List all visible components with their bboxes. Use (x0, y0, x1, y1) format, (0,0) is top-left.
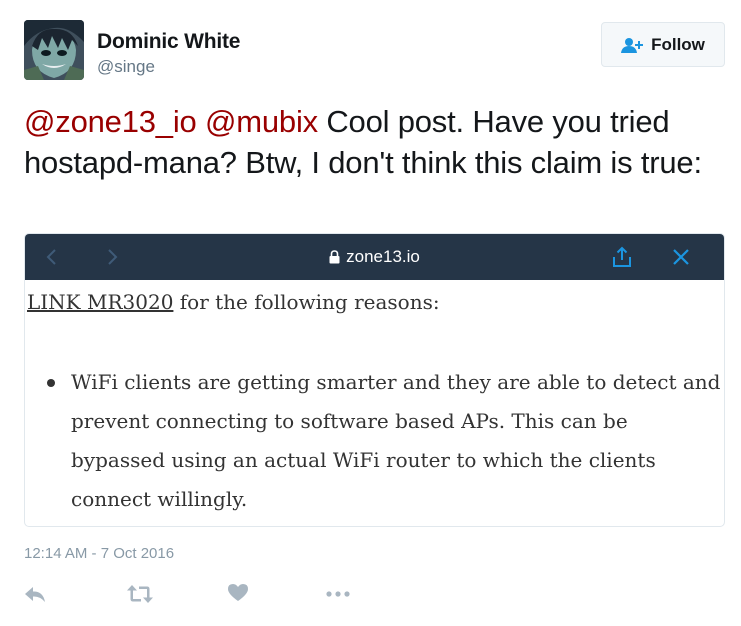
reply-button[interactable] (24, 584, 46, 604)
lock-icon (329, 250, 340, 264)
bullet-icon (47, 379, 55, 387)
chevron-left-icon (46, 249, 56, 265)
url-text: zone13.io (346, 247, 420, 266)
close-button[interactable] (671, 234, 691, 280)
reply-icon (25, 587, 45, 602)
excerpt-link[interactable]: LINK MR3020 (27, 290, 173, 314)
excerpt-paragraph: LINK MR3020 for the following reasons: (27, 289, 724, 315)
tweet-timestamp[interactable]: 12:14 AM - 7 Oct 2016 (24, 545, 174, 562)
excerpt-paragraph-text: for the following reasons: (173, 290, 440, 314)
follow-button-label: Follow (651, 34, 705, 54)
share-icon (613, 246, 631, 267)
like-button[interactable] (228, 584, 248, 602)
embedded-image-card[interactable]: zone13.io LINK MR3020 for the following … (24, 233, 725, 527)
article-excerpt: LINK MR3020 for the following reasons: W… (25, 289, 724, 519)
mention-link[interactable]: @mubix (205, 104, 318, 139)
tweet-text: @zone13_io @mubix Cool post. Have you tr… (24, 101, 724, 183)
avatar[interactable] (24, 20, 84, 80)
more-dots-icon (326, 591, 350, 597)
retweet-button[interactable] (127, 584, 153, 604)
heart-icon (228, 584, 248, 601)
url-display[interactable]: zone13.io (329, 247, 420, 267)
retweet-icon (127, 585, 153, 603)
back-button[interactable] (45, 234, 59, 280)
list-item-text: WiFi clients are getting smarter and the… (71, 370, 721, 511)
mention-link[interactable]: @zone13_io (24, 104, 197, 139)
list-item: WiFi clients are getting smarter and the… (27, 363, 724, 519)
excerpt-list: WiFi clients are getting smarter and the… (27, 363, 724, 519)
author-name[interactable]: Dominic White (97, 30, 240, 54)
add-user-icon (621, 37, 644, 53)
follow-button[interactable]: Follow (601, 22, 725, 67)
avatar-image (24, 20, 84, 80)
browser-toolbar: zone13.io (25, 234, 724, 280)
more-button[interactable] (325, 584, 351, 604)
author-block: Dominic White @singe (97, 30, 240, 77)
chevron-right-icon (108, 249, 118, 265)
forward-button[interactable] (105, 234, 119, 280)
close-icon (673, 249, 689, 265)
share-button[interactable] (611, 234, 633, 280)
author-handle[interactable]: @singe (97, 57, 240, 77)
